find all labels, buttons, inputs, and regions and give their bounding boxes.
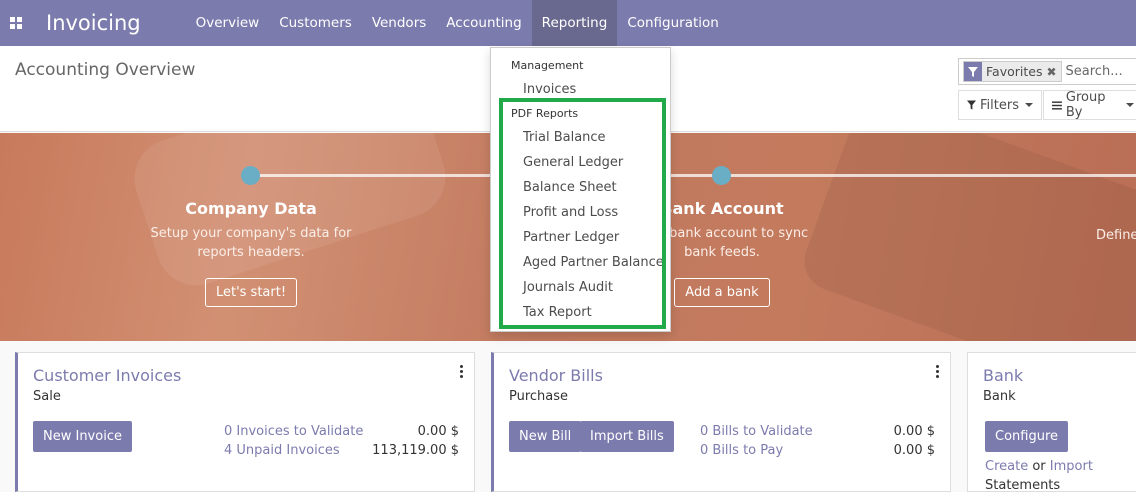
- search-input[interactable]: [1065, 64, 1136, 79]
- card-title[interactable]: Bank: [983, 366, 1023, 385]
- statements-label: Statements: [985, 478, 1061, 492]
- unpaid-invoices-amount: 113,119.00 $: [372, 443, 459, 458]
- kebab-menu-icon[interactable]: [460, 365, 464, 378]
- add-bank-button[interactable]: Add a bank: [674, 278, 770, 307]
- step-title: Company Data: [185, 199, 317, 218]
- favorites-facet: Favorites ✖: [963, 61, 1062, 82]
- card-subtitle: Bank: [983, 389, 1016, 404]
- new-invoice-button[interactable]: New Invoice: [33, 421, 132, 452]
- menu-item-partner-ledger[interactable]: Partner Ledger: [523, 230, 619, 245]
- filter-icon: [967, 100, 976, 110]
- step-define: Define: [1096, 226, 1136, 245]
- caret-down-icon: [1024, 103, 1033, 107]
- invoices-to-validate-amount: 0.00 $: [417, 424, 459, 439]
- create-link[interactable]: Create: [985, 459, 1028, 474]
- new-bill-button[interactable]: New Bill: [509, 421, 582, 452]
- invoices-to-validate-link[interactable]: 0 Invoices to Validate: [224, 424, 363, 439]
- bills-to-pay-amount: 0.00 $: [893, 443, 935, 458]
- step-dot: [241, 166, 260, 185]
- lets-start-button[interactable]: Let's start!: [204, 278, 298, 307]
- menu-item-profit-and-loss[interactable]: Profit and Loss: [523, 205, 618, 220]
- menu-overview[interactable]: Overview: [186, 0, 270, 46]
- step-company-data: Company Data Setup your company's data f…: [131, 199, 371, 307]
- menu-item-journals-audit[interactable]: Journals Audit: [523, 280, 613, 295]
- section-header-pdf-reports: PDF Reports: [511, 107, 579, 120]
- menu-item-balance-sheet[interactable]: Balance Sheet: [523, 180, 617, 195]
- vendor-bills-card: Vendor Bills Purchase New Bill Import Bi…: [491, 352, 951, 492]
- step-dot: [712, 166, 731, 185]
- caret-down-icon: [1126, 103, 1134, 107]
- step-connector: [722, 174, 1136, 177]
- list-icon: [1052, 100, 1062, 110]
- app-title: Invoicing: [46, 11, 141, 35]
- menu-accounting[interactable]: Accounting: [436, 0, 531, 46]
- menu-item-general-ledger[interactable]: General Ledger: [523, 155, 623, 170]
- bills-to-pay-link[interactable]: 0 Bills to Pay: [700, 443, 783, 458]
- page-title: Accounting Overview: [15, 60, 196, 80]
- main-menu: Overview Customers Vendors Accounting Re…: [186, 0, 729, 46]
- card-title[interactable]: Vendor Bills: [509, 366, 603, 385]
- step-description: Setup your company's data for reports he…: [150, 226, 352, 260]
- facet-label: Favorites: [986, 64, 1043, 79]
- customer-invoices-card: Customer Invoices Sale New Invoice 0 Inv…: [15, 352, 475, 492]
- card-title[interactable]: Customer Invoices: [33, 366, 181, 385]
- card-subtitle: Sale: [33, 389, 61, 404]
- import-link[interactable]: Import: [1050, 459, 1093, 474]
- filters-button[interactable]: Filters: [958, 90, 1042, 120]
- search-bar[interactable]: Favorites ✖: [958, 58, 1136, 85]
- groupby-button[interactable]: Group By: [1043, 90, 1136, 120]
- menu-item-invoices[interactable]: Invoices: [523, 82, 576, 97]
- menu-item-tax-report[interactable]: Tax Report: [523, 305, 592, 320]
- apps-menu-icon[interactable]: [0, 0, 32, 46]
- unpaid-invoices-link[interactable]: 4 Unpaid Invoices: [224, 443, 340, 458]
- menu-reporting[interactable]: Reporting: [531, 0, 618, 46]
- menu-configuration[interactable]: Configuration: [617, 0, 729, 46]
- filter-icon: [964, 62, 982, 81]
- menu-item-trial-balance[interactable]: Trial Balance: [523, 130, 606, 145]
- section-header-management: Management: [511, 59, 584, 72]
- menu-vendors[interactable]: Vendors: [362, 0, 436, 46]
- bills-to-validate-amount: 0.00 $: [893, 424, 935, 439]
- kebab-menu-icon[interactable]: [936, 365, 940, 378]
- facet-remove-icon[interactable]: ✖: [1046, 65, 1060, 79]
- menu-customers[interactable]: Customers: [269, 0, 362, 46]
- menu-item-aged-partner-balance[interactable]: Aged Partner Balance: [523, 255, 664, 270]
- step-description: Define: [1096, 228, 1136, 243]
- filters-label: Filters: [980, 97, 1019, 113]
- import-bills-button[interactable]: Import Bills: [580, 421, 674, 452]
- bank-create-import: Create or Import: [985, 459, 1093, 474]
- top-navbar: Invoicing Overview Customers Vendors Acc…: [0, 0, 1136, 46]
- reporting-dropdown: Management Invoices PDF Reports Trial Ba…: [490, 47, 671, 332]
- bills-to-validate-link[interactable]: 0 Bills to Validate: [700, 424, 813, 439]
- card-subtitle: Purchase: [509, 389, 569, 404]
- configure-button[interactable]: Configure: [985, 421, 1069, 452]
- bank-card: Bank Bank Configure Create or Import Sta…: [967, 352, 1136, 492]
- groupby-label: Group By: [1065, 90, 1106, 120]
